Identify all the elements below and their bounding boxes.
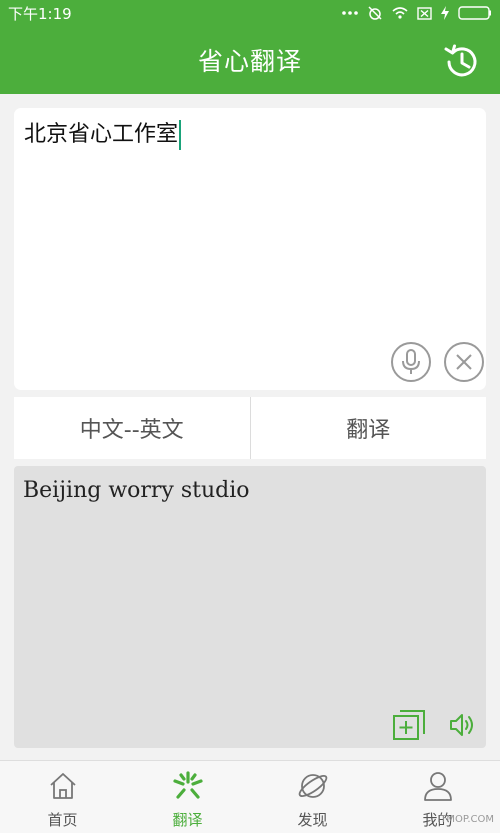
bottom-nav: 首页 翻译 发现 我的 [0,760,500,833]
translation-result-card: Beijing worry studio [14,466,486,748]
speak-button[interactable] [448,710,478,740]
more-dots-icon [342,10,358,16]
source-text-value: 北京省心工作室 [24,122,179,147]
nav-label-home: 首页 [47,811,78,829]
nav-item-discover[interactable]: 发现 [250,761,375,833]
text-caret [179,120,182,150]
nav-label-discover: 发现 [297,811,328,829]
nav-label-translate: 翻译 [172,811,203,829]
voice-input-button[interactable] [391,342,431,382]
translation-result-text: Beijing worry studio [23,478,250,503]
status-icons [342,5,492,21]
app-header: 省心翻译 [0,26,500,94]
history-button[interactable] [440,40,484,84]
nav-item-home[interactable]: 首页 [0,761,125,833]
clear-text-button[interactable] [444,342,484,382]
language-pair-button[interactable]: 中文--英文 [14,397,250,459]
add-box-icon [393,710,425,740]
charging-icon [441,6,449,20]
profile-icon [421,769,455,803]
page-title: 省心翻译 [197,47,302,76]
status-bar: 下午1:19 [0,0,500,26]
translate-button[interactable]: 翻译 [251,397,487,459]
speaker-icon [450,714,473,736]
status-time: 下午1:19 [8,4,72,23]
microphone-icon [402,349,420,374]
battery-icon [458,6,492,20]
watermark: ITMOP.COM [437,814,494,825]
home-icon [46,769,80,803]
planet-icon [296,769,330,803]
history-clock-icon [444,44,477,77]
add-to-vocabulary-button[interactable] [392,709,426,741]
close-icon [456,354,472,370]
translate-icon [171,769,205,803]
source-text-input[interactable]: 北京省心工作室 [24,120,476,150]
sim-off-icon [417,6,432,20]
action-row: 中文--英文 翻译 [14,397,486,459]
wifi-icon [392,7,408,19]
nav-item-translate[interactable]: 翻译 [125,761,250,833]
source-text-card: 北京省心工作室 [14,108,486,390]
alarm-off-icon [367,5,383,21]
